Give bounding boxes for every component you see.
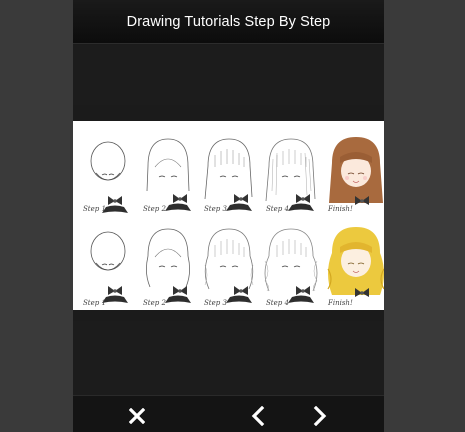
app-screen: Drawing Tutorials Step By Step Step 1 St… [73,0,384,432]
next-button[interactable] [308,404,332,428]
step-label: Finish! [327,299,353,307]
step-label: Step 2 [143,205,166,213]
left-backdrop [0,0,73,432]
step-label: Step 2 [143,299,166,307]
sketch-step-4 [264,228,318,303]
ad-space-bottom [73,321,384,395]
ad-space-top [73,45,384,105]
page-title: Drawing Tutorials Step By Step [126,13,331,30]
sketch-step-1 [90,141,128,213]
tutorial-row-2: Step 1 Step 2 Step 3 Step 4 Finish! [83,227,384,307]
step-label: Step 1 [83,205,106,213]
previous-button[interactable] [246,404,270,428]
tutorial-illustration: Step 1 Step 2 Step 3 Step 4 Finish! Step… [83,137,384,307]
step-label: Step 4 [266,205,289,213]
tutorial-image[interactable]: Step 1 Step 2 Step 3 Step 4 Finish! Step… [73,121,384,310]
bottom-toolbar [73,395,384,432]
sketch-step-3 [204,138,253,211]
sketch-finish [329,137,383,205]
step-label: Step 3 [204,205,227,213]
step-label: Step 3 [204,299,227,307]
sketch-step-1 [90,231,128,303]
sketch-finish [327,227,384,297]
right-backdrop [384,0,465,432]
chevron-left-icon [251,406,265,426]
step-label: Step 4 [266,299,289,307]
step-label: Step 1 [83,299,106,307]
chevron-right-icon [313,406,327,426]
close-icon [129,408,145,424]
sketch-step-4 [265,138,316,211]
sketch-step-2 [146,138,191,211]
sketch-step-2 [146,228,191,303]
title-bar: Drawing Tutorials Step By Step [73,0,384,44]
tutorial-row-1: Step 1 Step 2 Step 3 Step 4 Finish! [83,137,383,213]
step-label: Finish! [327,205,353,213]
close-button[interactable] [125,404,149,428]
sketch-step-3 [204,228,254,303]
